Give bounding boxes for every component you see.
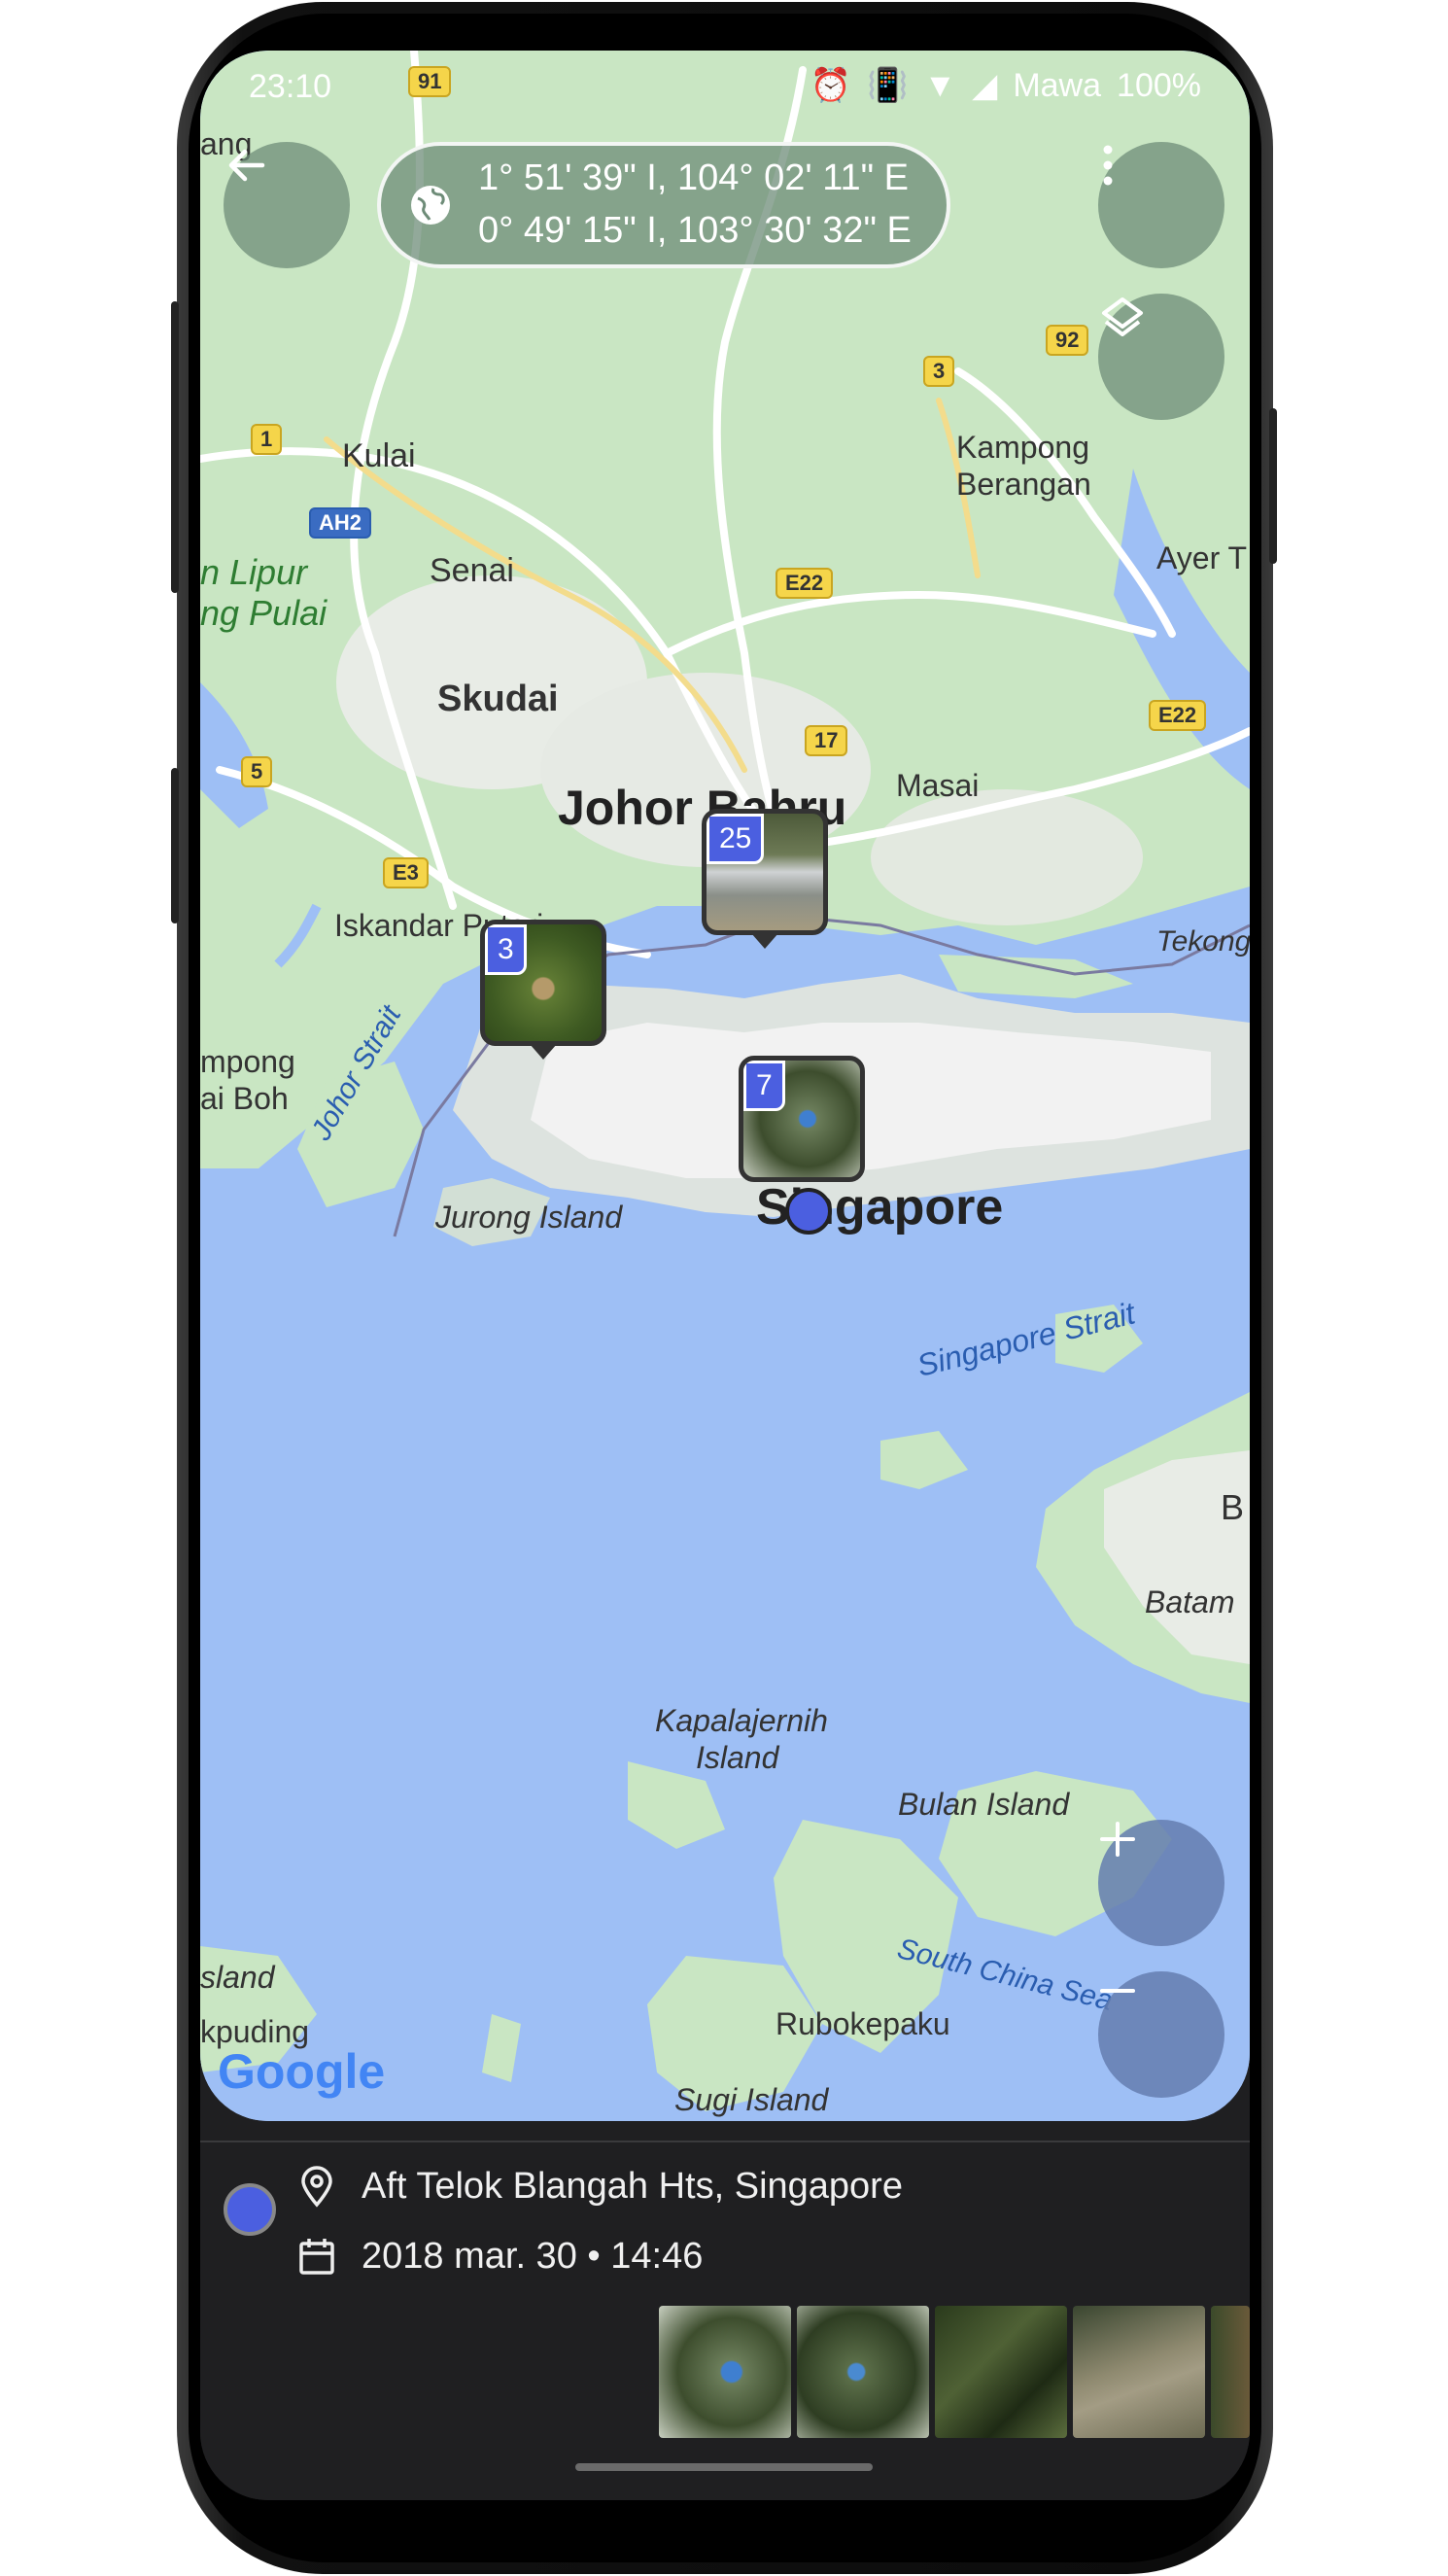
photo-thumbnail[interactable]: [659, 2306, 791, 2438]
map-label: Ayer T: [1156, 540, 1248, 575]
status-bar: 23:10 ⏰ 📳 ▼ ◢ Mawa 100%: [200, 51, 1250, 119]
alarm-icon: ⏰: [810, 67, 852, 104]
layers-icon: [1102, 297, 1143, 336]
wifi-icon: ▼: [923, 66, 957, 104]
photo-cluster-marker[interactable]: 25: [702, 809, 828, 935]
battery-label: 100%: [1117, 66, 1201, 104]
marker-pointer: [530, 1044, 557, 1060]
signal-icon: ◢: [972, 67, 998, 104]
map-label: Berangan: [956, 467, 1091, 502]
layers-button[interactable]: [1098, 294, 1224, 420]
minus-icon: [1100, 1989, 1135, 1993]
location-address[interactable]: Aft Telok Blangah Hts, Singapore: [362, 2166, 903, 2208]
power-button: [1269, 408, 1277, 564]
map-label: Kulai: [342, 437, 416, 474]
cluster-count-badge: 25: [707, 814, 765, 864]
coordinates-pill[interactable]: 1° 51' 39" I, 104° 02' 11" E 0° 49' 15" …: [377, 142, 950, 268]
map-label: mpong: [200, 1044, 295, 1079]
zoom-out-button[interactable]: [1098, 1971, 1224, 2098]
photo-thumbnail[interactable]: [1073, 2306, 1205, 2438]
selected-location-dot[interactable]: [785, 1188, 832, 1235]
side-button: [171, 768, 179, 923]
map-label: Senai: [430, 552, 514, 589]
road-shield: E22: [1149, 700, 1207, 731]
map-view[interactable]: 23:10 ⏰ 📳 ▼ ◢ Mawa 100% ang Kulai Senai …: [200, 51, 1250, 2121]
photo-datetime[interactable]: 2018 mar. 30 • 14:46: [362, 2236, 703, 2278]
map-label: sland: [200, 1960, 275, 1995]
road-shield: E22: [776, 568, 834, 599]
map-label: Kapalajernih: [655, 1703, 828, 1738]
more-vert-icon: [1103, 145, 1113, 186]
cluster-count-badge: 7: [743, 1061, 785, 1111]
carrier-label: Mawa: [1013, 66, 1102, 104]
globe-icon: [411, 186, 450, 225]
status-icons: ⏰ 📳 ▼ ◢ Mawa 100%: [810, 66, 1201, 105]
map-label: Bulan Island: [898, 1787, 1070, 1822]
vibrate-icon: 📳: [867, 67, 909, 104]
photo-cluster-marker[interactable]: 3: [480, 920, 606, 1046]
map-label: Batam: [1145, 1584, 1235, 1619]
marker-pointer: [751, 933, 778, 949]
map-label: ai Boh: [200, 1081, 289, 1116]
road-shield: 17: [805, 725, 848, 756]
photo-thumbnail[interactable]: [797, 2306, 929, 2438]
more-options-button[interactable]: [1098, 142, 1224, 268]
screen: 23:10 ⏰ 📳 ▼ ◢ Mawa 100% ang Kulai Senai …: [200, 51, 1250, 2500]
plus-icon: [1100, 1822, 1135, 1857]
map-label: B: [1221, 1487, 1245, 1527]
road-shield: 1: [251, 424, 283, 455]
location-pin-icon: [301, 2166, 332, 2208]
map-label: Kampong: [956, 430, 1089, 465]
map-label: Tekong: [1156, 925, 1250, 957]
map-label: Island: [696, 1740, 779, 1775]
map-label: Skudai: [437, 679, 559, 719]
photo-cluster-marker[interactable]: 7: [739, 1056, 865, 1182]
road-shield: AH2: [309, 507, 372, 539]
zoom-in-button[interactable]: [1098, 1820, 1224, 1946]
google-attribution: Google: [218, 2044, 386, 2099]
panel-divider: [200, 2141, 1250, 2142]
calendar-icon: [299, 2239, 334, 2275]
road-shield: 92: [1046, 325, 1089, 356]
map-label: n Lipur: [200, 552, 308, 592]
arrow-left-icon: [228, 149, 265, 182]
map-label: ng Pulai: [200, 593, 328, 633]
map-label: Masai: [896, 768, 980, 803]
photo-thumbnail[interactable]: [1211, 2306, 1250, 2438]
cluster-count-badge: 3: [485, 924, 527, 975]
map-label: Rubokepaku: [776, 2006, 950, 2041]
road-shield: 3: [923, 356, 955, 387]
photo-thumbnail[interactable]: [935, 2306, 1067, 2438]
road-shield: 5: [241, 756, 273, 787]
coordinates-north-east: 1° 51' 39" I, 104° 02' 11" E: [478, 157, 910, 198]
status-time: 23:10: [249, 68, 332, 105]
road-shield: 91: [408, 66, 452, 97]
side-button: [171, 301, 179, 593]
selected-marker-indicator: [224, 2183, 276, 2236]
map-label: Jurong Island: [435, 1200, 623, 1235]
map-label: Sugi Island: [674, 2082, 829, 2117]
road-shield: E3: [383, 857, 429, 888]
back-button[interactable]: [224, 142, 350, 268]
coordinates-south-west: 0° 49' 15" I, 103° 30' 32" E: [478, 210, 912, 251]
gesture-home-bar[interactable]: [575, 2463, 873, 2471]
